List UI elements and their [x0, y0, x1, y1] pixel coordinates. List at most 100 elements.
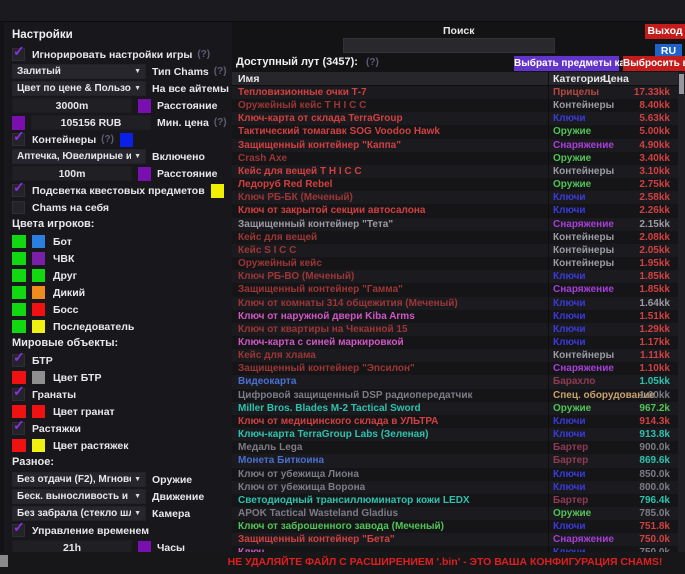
- table-row[interactable]: Защищенный контейнер "Эпсилон"Снаряжение…: [232, 362, 678, 375]
- time-control-checkbox[interactable]: ✓: [12, 524, 25, 537]
- distance-color-swatch[interactable]: [138, 99, 151, 113]
- table-row[interactable]: Светодиодный трансиллюминатор кожи LEDXБ…: [232, 494, 678, 507]
- select-kappa-items-button[interactable]: Выбрать предметы каппа: [514, 56, 619, 71]
- color-swatch[interactable]: [32, 269, 45, 282]
- player-color-row: Последователь: [12, 318, 232, 335]
- table-row[interactable]: Монета БиткоинаБартер869.6k: [232, 454, 678, 467]
- help-icon[interactable]: (?): [214, 117, 227, 128]
- column-price[interactable]: Цена: [603, 73, 629, 85]
- help-icon[interactable]: (?): [366, 57, 379, 68]
- table-row[interactable]: Ключ-карта TerraGroup Labs (Зеленая)Ключ…: [232, 428, 678, 441]
- categories-dropdown[interactable]: Аптечка, Ювелирные и... ▼: [12, 149, 146, 164]
- color-swatch[interactable]: [12, 269, 26, 282]
- table-row[interactable]: Ключ от комнаты 314 общежития (Меченый)К…: [232, 297, 678, 310]
- loot-header: Доступный лут (3457): (?): [236, 56, 379, 68]
- color-swatch[interactable]: [12, 286, 26, 299]
- chams-type-row: Залитый ▼ Тип Chams (?): [12, 63, 232, 80]
- column-name[interactable]: Имя: [238, 73, 259, 85]
- chams-self-row: Chams на себя: [12, 199, 232, 216]
- discard-all-button[interactable]: Выбросить все: [623, 56, 685, 71]
- table-row[interactable]: Ледоруб Red RebelОружие2.75kk: [232, 178, 678, 191]
- color-swatch[interactable]: [32, 371, 45, 384]
- color-swatch[interactable]: [32, 405, 45, 418]
- containers-color-swatch[interactable]: [120, 133, 133, 147]
- chevron-down-icon: ▼: [134, 476, 141, 483]
- color-swatch[interactable]: [32, 320, 45, 333]
- dropdown-value: Залитый: [17, 66, 61, 77]
- ignore-game-settings-checkbox[interactable]: ✓: [12, 48, 25, 61]
- color-swatch[interactable]: [32, 439, 45, 452]
- item-price: 1.10kk: [639, 362, 670, 375]
- help-icon[interactable]: (?): [214, 66, 227, 77]
- table-row[interactable]: Ключ-карта с синей маркировкойКлючи1.17k…: [232, 336, 678, 349]
- table-row[interactable]: Оружейный кейс T H I C CКонтейнеры8.40kk: [232, 99, 678, 112]
- quest-highlight-color-swatch[interactable]: [211, 184, 224, 198]
- weapon-dropdown[interactable]: Без отдачи (F2), Мгновенное п ▼: [12, 472, 146, 487]
- table-row[interactable]: Ключ от закрытой секции автосалонаКлючи2…: [232, 204, 678, 217]
- scrollbar[interactable]: [678, 72, 685, 552]
- column-category[interactable]: Категория: [553, 73, 606, 85]
- table-row[interactable]: APOK Tactical Wasteland GladiusОружие785…: [232, 507, 678, 520]
- hours-input[interactable]: 21h: [12, 540, 132, 552]
- world-object-checkbox[interactable]: ✓: [12, 354, 25, 367]
- color-mode-dropdown[interactable]: Цвет по цене & Пользователь ▼: [12, 81, 146, 96]
- table-row[interactable]: Оружейный кейсКонтейнеры1.95kk: [232, 257, 678, 270]
- color-swatch[interactable]: [12, 320, 26, 333]
- chams-self-checkbox[interactable]: [12, 201, 25, 214]
- table-row[interactable]: Защищенный контейнер "Бета"Снаряжение750…: [232, 533, 678, 546]
- table-row[interactable]: Ключ от заброшенного завода (Меченый)Клю…: [232, 520, 678, 533]
- color-swatch[interactable]: [12, 235, 26, 248]
- color-swatch[interactable]: [12, 252, 26, 265]
- table-row[interactable]: Тепловизионные очки Т-7Прицелы17.33kk: [232, 86, 678, 99]
- table-row[interactable]: Ключ от наружной двери Kiba ArmsКлючи1.5…: [232, 310, 678, 323]
- table-row[interactable]: Кейс для вещейКонтейнеры2.08kk: [232, 231, 678, 244]
- color-swatch[interactable]: [12, 439, 26, 452]
- table-row[interactable]: Ключ-карта от склада TerraGroupКлючи5.63…: [232, 112, 678, 125]
- item-category: Ключи: [553, 323, 586, 336]
- color-swatch[interactable]: [32, 235, 45, 248]
- help-icon[interactable]: (?): [197, 49, 210, 60]
- distance2-input[interactable]: 100m: [12, 166, 132, 181]
- table-row[interactable]: Медаль LegaБартер900.0k: [232, 441, 678, 454]
- world-object-checkbox[interactable]: ✓: [12, 422, 25, 435]
- color-swatch[interactable]: [32, 252, 45, 265]
- table-row[interactable]: Кейс для вещей T H I C CКонтейнеры3.10kk: [232, 165, 678, 178]
- table-row[interactable]: Ключ РБ-БК (Меченый)Ключи2.58kk: [232, 191, 678, 204]
- item-price: 2.26kk: [639, 204, 670, 217]
- scrollbar-thumb[interactable]: [679, 74, 684, 94]
- item-name: Оружейный кейс T H I C C: [238, 99, 366, 112]
- table-row[interactable]: Crash AxeОружие3.40kk: [232, 152, 678, 165]
- color-swatch[interactable]: [12, 303, 26, 316]
- table-row[interactable]: Защищенный контейнер "Гамма"Снаряжение1.…: [232, 283, 678, 296]
- app-window: Настройки ✓ Игнорировать настройки игры …: [0, 0, 685, 574]
- table-row[interactable]: Ключ от убежища ВоронаКлючи800.0k: [232, 481, 678, 494]
- world-object-checkbox[interactable]: ✓: [12, 388, 25, 401]
- table-row[interactable]: Защищенный контейнер "Каппа"Снаряжение4.…: [232, 139, 678, 152]
- table-row[interactable]: Ключ от медицинского склада в УЛЬТРАКлюч…: [232, 415, 678, 428]
- min-price-input[interactable]: 105156 RUB: [31, 115, 151, 130]
- camera-dropdown[interactable]: Без забрала (стекло шлема) ▼: [12, 506, 146, 521]
- search-input[interactable]: [343, 38, 555, 53]
- table-row[interactable]: Цифровой защищенный DSP радиопередатчикС…: [232, 389, 678, 402]
- table-row[interactable]: Ключ от квартиры на Чеканной 15Ключи1.29…: [232, 323, 678, 336]
- movement-dropdown[interactable]: Беск. выносливость и нет уста ▼: [12, 489, 146, 504]
- table-row[interactable]: Защищенный контейнер "Тета"Снаряжение2.1…: [232, 218, 678, 231]
- distance2-color-swatch[interactable]: [138, 167, 151, 181]
- hours-color-swatch[interactable]: [138, 541, 151, 553]
- table-row[interactable]: Тактический томагавк SOG Voodoo HawkОруж…: [232, 125, 678, 138]
- item-name: Ледоруб Red Rebel: [238, 178, 332, 191]
- quest-highlight-checkbox[interactable]: ✓: [12, 184, 25, 197]
- table-row[interactable]: Ключ РБ-ВО (Меченый)Ключи1.85kk: [232, 270, 678, 283]
- containers-checkbox[interactable]: ✓: [12, 133, 25, 146]
- exit-button[interactable]: Выход: [645, 24, 685, 39]
- distance-input[interactable]: 3000m: [12, 98, 132, 113]
- table-row[interactable]: ВидеокартаБарахло1.05kk: [232, 375, 678, 388]
- table-row[interactable]: Ключ от убежища ЛионаКлючи850.0k: [232, 468, 678, 481]
- color-swatch[interactable]: [32, 286, 45, 299]
- help-icon[interactable]: (?): [101, 134, 114, 145]
- table-row[interactable]: Miller Bros. Blades M-2 Tactical SwordОр…: [232, 402, 678, 415]
- table-row[interactable]: Кейс для хламаКонтейнеры1.11kk: [232, 349, 678, 362]
- color-swatch[interactable]: [32, 303, 45, 316]
- chams-type-dropdown[interactable]: Залитый ▼: [12, 64, 146, 79]
- table-row[interactable]: Кейс S I C CКонтейнеры2.05kk: [232, 244, 678, 257]
